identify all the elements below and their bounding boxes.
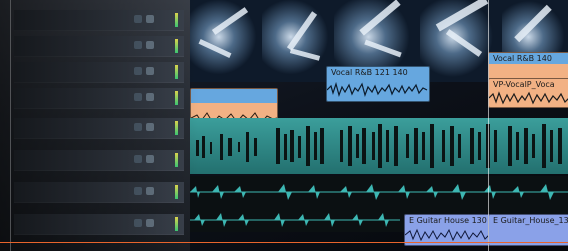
mute-button[interactable] <box>134 187 142 195</box>
mute-button[interactable] <box>134 15 142 23</box>
level-meter <box>175 13 178 27</box>
waveform <box>327 81 428 97</box>
solo-button[interactable] <box>146 123 154 131</box>
mute-button[interactable] <box>134 41 142 49</box>
track-header[interactable] <box>14 118 184 139</box>
level-meter <box>175 153 178 167</box>
clip-title: Vocal R&B 140 <box>493 54 552 63</box>
solo-button[interactable] <box>146 155 154 163</box>
clip-title: VP-VocalP_Voca <box>493 80 555 89</box>
vocal-clip[interactable]: Vocal R&B 140 <box>488 52 568 80</box>
level-meter <box>175 185 178 199</box>
track-header[interactable] <box>14 62 184 83</box>
audio-lane[interactable] <box>190 118 568 174</box>
mute-button[interactable] <box>134 219 142 227</box>
level-meter <box>175 91 178 105</box>
mute-button[interactable] <box>134 67 142 75</box>
vocal-clip[interactable]: Vocal R&B 121 140 <box>326 66 430 102</box>
track-header[interactable] <box>14 182 184 203</box>
solo-button[interactable] <box>146 219 154 227</box>
clip-title: Vocal R&B 121 140 <box>331 68 408 77</box>
solo-button[interactable] <box>146 15 154 23</box>
waveform <box>196 124 562 168</box>
level-meter <box>175 121 178 135</box>
track-header[interactable] <box>14 150 184 171</box>
solo-button[interactable] <box>146 93 154 101</box>
mute-button[interactable] <box>134 93 142 101</box>
clip-title: E Guitar_House_130 <box>493 216 568 225</box>
solo-button[interactable] <box>146 41 154 49</box>
playhead[interactable] <box>488 0 489 251</box>
clip-title: E Guitar House 130 1 <box>409 216 490 225</box>
level-meter <box>175 217 178 231</box>
mute-button[interactable] <box>134 123 142 131</box>
waveform <box>489 91 568 105</box>
video-frame <box>190 0 263 82</box>
video-frame <box>262 0 335 82</box>
vocal-clip[interactable]: VP-VocalP_Voca <box>488 78 568 108</box>
level-meter <box>175 39 178 53</box>
track-header-panel <box>0 0 190 251</box>
level-meter <box>175 65 178 79</box>
daw-window: Vocal R&B 121 140 Vocal R&B 140 VP-Vocal… <box>0 0 568 251</box>
solo-button[interactable] <box>146 67 154 75</box>
waveform <box>190 184 568 200</box>
panel-divider <box>10 0 11 251</box>
drum-lane[interactable] <box>190 176 568 208</box>
solo-button[interactable] <box>146 187 154 195</box>
mute-button[interactable] <box>134 155 142 163</box>
timeline-bottom-border <box>0 242 568 243</box>
track-header[interactable] <box>14 88 184 109</box>
track-header[interactable] <box>14 10 184 31</box>
track-header[interactable] <box>14 36 184 57</box>
track-header[interactable] <box>14 214 184 235</box>
